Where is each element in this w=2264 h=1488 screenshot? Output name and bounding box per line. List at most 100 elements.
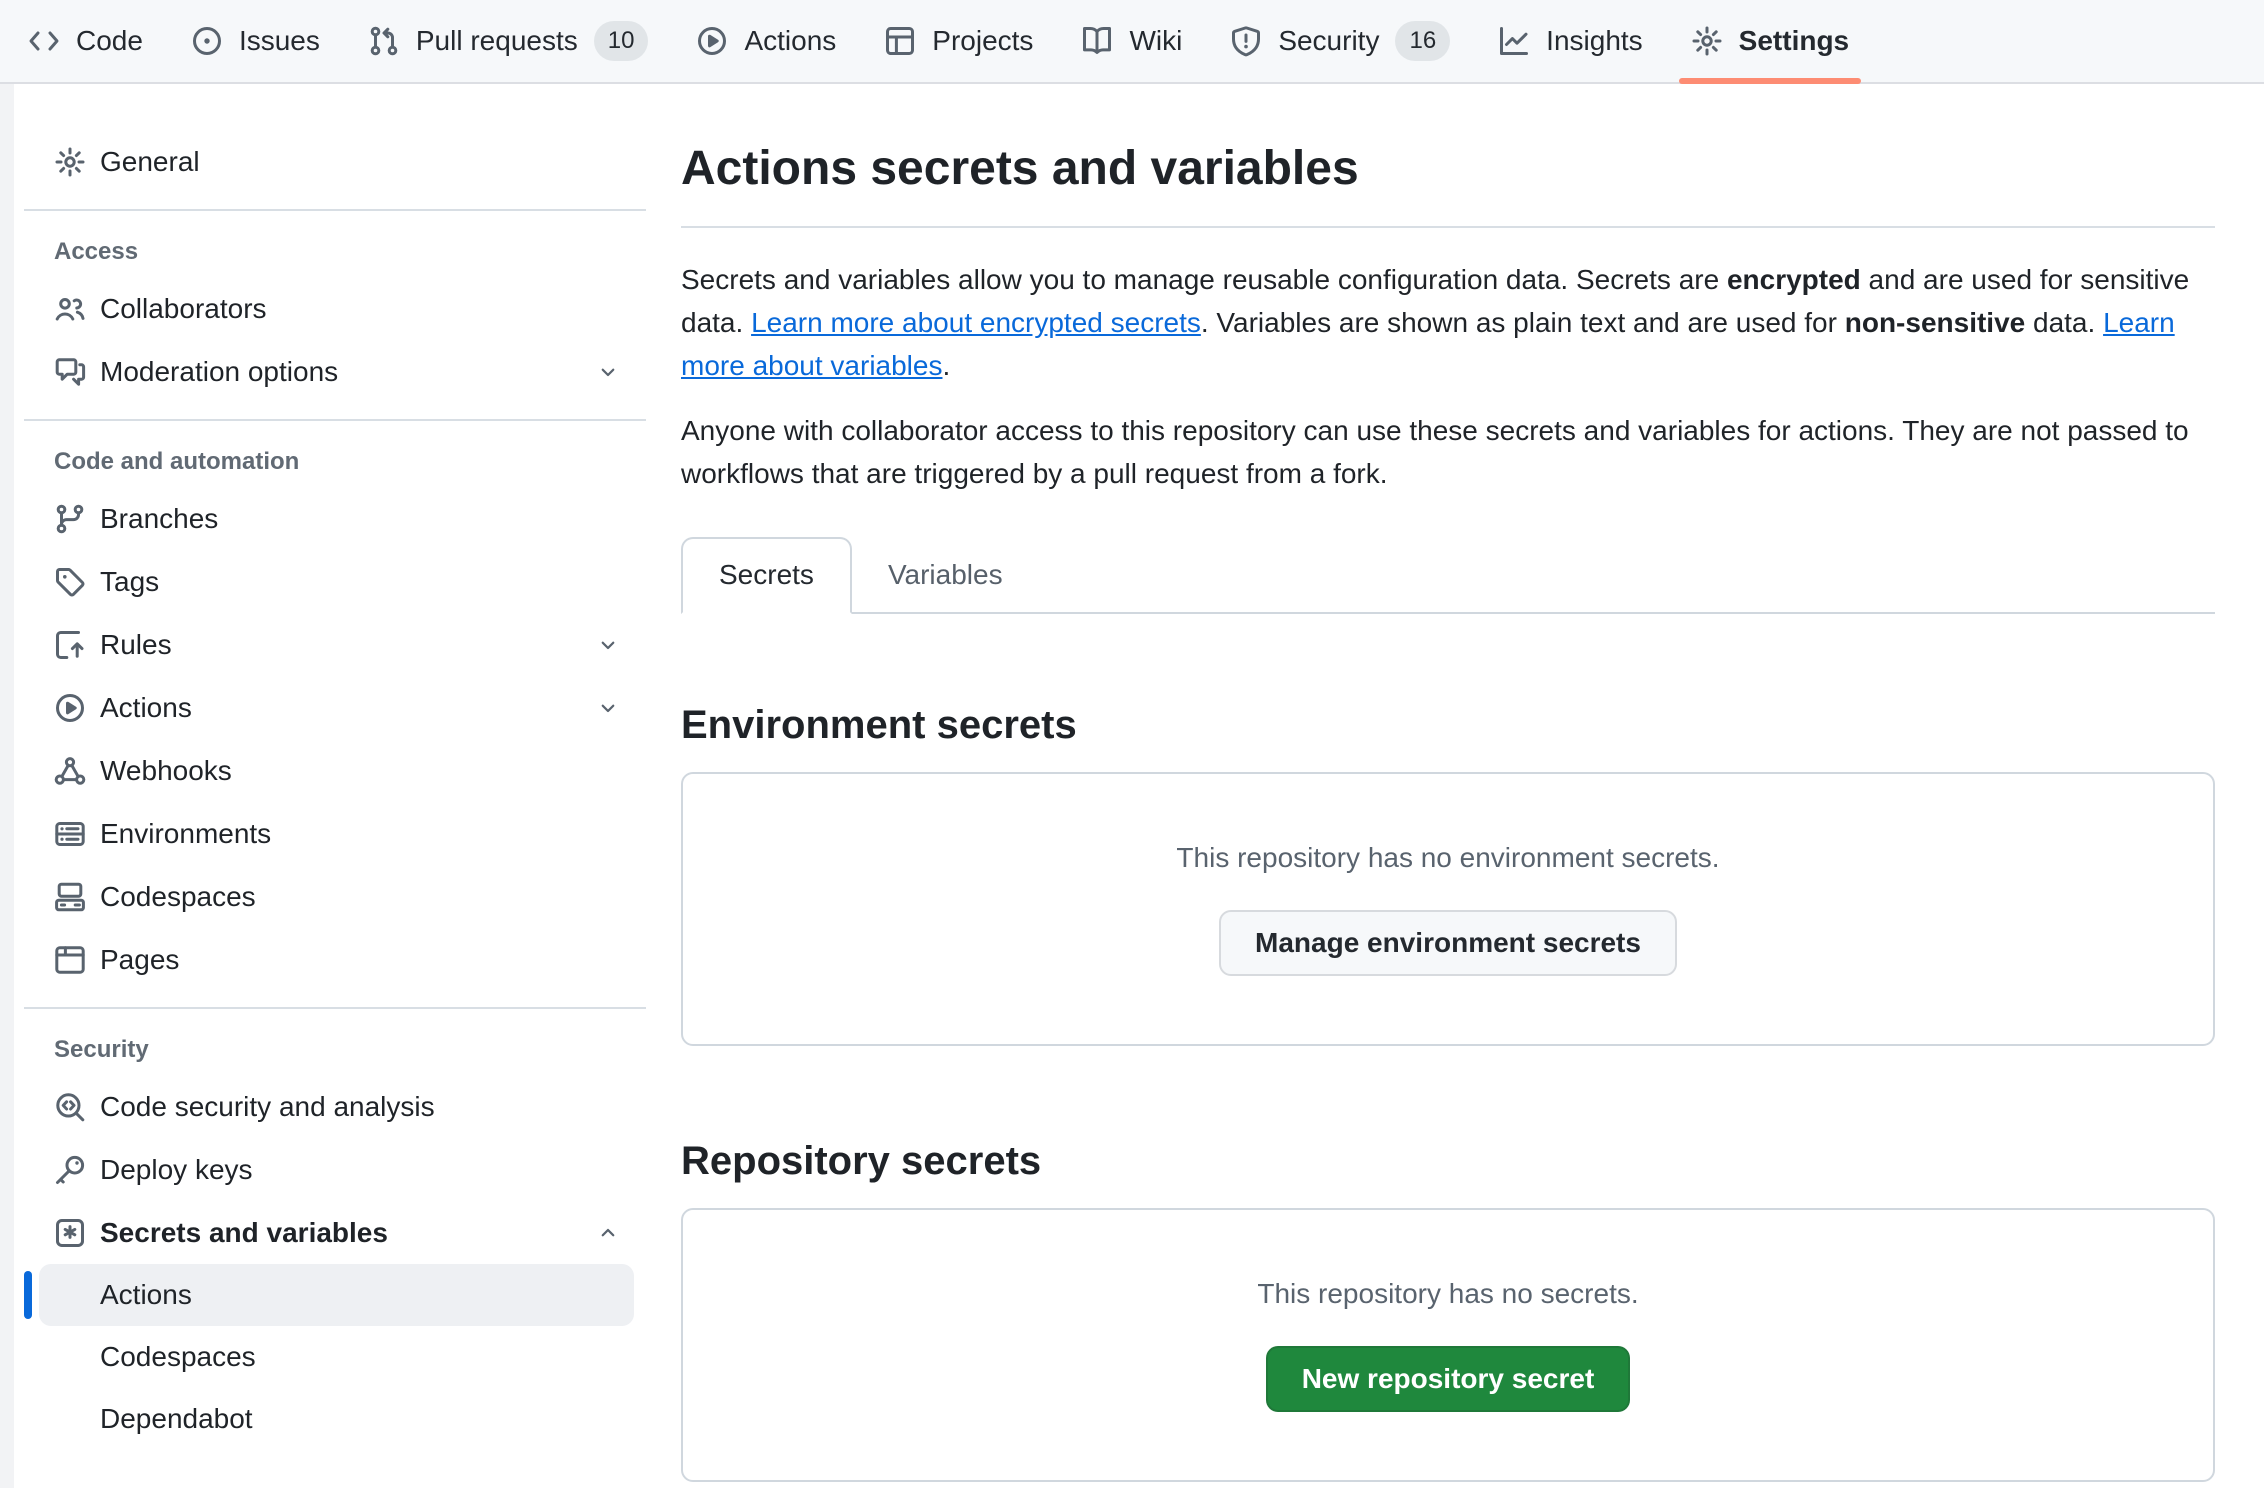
sidebar-section-header: Code and automation bbox=[24, 437, 646, 487]
note-text: Anyone with collaborator access to this … bbox=[681, 409, 2215, 495]
empty-state-text: This repository has no secrets. bbox=[1257, 1278, 1638, 1310]
learn-more-link[interactable]: Learn more about encrypted secrets bbox=[751, 307, 1201, 338]
nav-tab-label: Settings bbox=[1739, 25, 1849, 57]
environment-secrets-empty-box: This repository has no environment secre… bbox=[681, 772, 2215, 1046]
nav-tab-issues[interactable]: Issues bbox=[167, 0, 344, 82]
nav-tab-pull-requests[interactable]: Pull requests 10 bbox=[344, 0, 673, 82]
code-icon bbox=[28, 25, 60, 57]
sidebar-item-label: Deploy keys bbox=[100, 1154, 620, 1186]
sidebar-item-label: Code security and analysis bbox=[100, 1091, 620, 1123]
server-icon bbox=[54, 818, 86, 850]
codespaces-icon bbox=[54, 881, 86, 913]
counter-badge: 16 bbox=[1395, 21, 1450, 61]
git-pull-request-icon bbox=[368, 25, 400, 57]
secrets-sections: Environment secretsThis repository has n… bbox=[681, 700, 2215, 1482]
sidebar-item-general[interactable]: General bbox=[24, 130, 646, 193]
secrets-variables-tabnav: Secrets Variables bbox=[681, 537, 2215, 614]
sidebar-item-label: Environments bbox=[100, 818, 620, 850]
chevron-down-icon bbox=[596, 360, 620, 384]
rule-icon bbox=[54, 629, 86, 661]
sidebar-item-code-security-and-analysis[interactable]: Code security and analysis bbox=[24, 1075, 646, 1138]
sidebar-section-header: Access bbox=[24, 227, 646, 277]
section-heading-repository-secrets: Repository secrets bbox=[681, 1136, 2215, 1186]
comment-discussion-icon bbox=[54, 356, 86, 388]
sidebar-item-webhooks[interactable]: Webhooks bbox=[24, 739, 646, 802]
nav-tab-wiki[interactable]: Wiki bbox=[1057, 0, 1206, 82]
chevron-up-icon bbox=[596, 1221, 620, 1245]
emphasis-text: non-sensitive bbox=[1845, 307, 2025, 338]
sidebar-item-tags[interactable]: Tags bbox=[24, 550, 646, 613]
sidebar-subitem-codespaces[interactable]: Codespaces bbox=[24, 1326, 646, 1388]
sidebar-item-label: Codespaces bbox=[100, 881, 620, 913]
sidebar-item-label: Webhooks bbox=[100, 755, 620, 787]
sidebar-item-branches[interactable]: Branches bbox=[24, 487, 646, 550]
sidebar-item-label: Pages bbox=[100, 944, 620, 976]
sidebar-section-header: Security bbox=[24, 1025, 646, 1075]
page-header: Actions secrets and variables bbox=[681, 140, 2215, 228]
sidebar-item-collaborators[interactable]: Collaborators bbox=[24, 277, 646, 340]
sidebar-item-label: General bbox=[100, 146, 620, 178]
book-icon bbox=[1081, 25, 1113, 57]
nav-tab-label: Pull requests bbox=[416, 25, 578, 57]
play-icon bbox=[696, 25, 728, 57]
nav-tab-code[interactable]: Code bbox=[4, 0, 167, 82]
emphasis-text: encrypted bbox=[1727, 264, 1861, 295]
key-icon bbox=[54, 1154, 86, 1186]
divider bbox=[24, 209, 646, 211]
codescan-icon bbox=[54, 1091, 86, 1123]
repository-secrets-empty-box: This repository has no secrets. New repos… bbox=[681, 1208, 2215, 1482]
sidebar-item-rules[interactable]: Rules bbox=[24, 613, 646, 676]
nav-tab-security[interactable]: Security 16 bbox=[1206, 0, 1474, 82]
sidebar-item-secrets-and-variables[interactable]: Secrets and variables bbox=[24, 1201, 646, 1264]
counter-badge: 10 bbox=[594, 21, 649, 61]
settings-page: General AccessCollaborators Moderation opt… bbox=[0, 84, 2264, 1488]
tab-label: Variables bbox=[888, 559, 1003, 591]
nav-tab-label: Issues bbox=[239, 25, 320, 57]
chevron-down-icon bbox=[596, 696, 620, 720]
sidebar-subitem-label: Codespaces bbox=[100, 1341, 256, 1373]
sidebar-item-label: Secrets and variables bbox=[100, 1217, 582, 1249]
browser-icon bbox=[54, 944, 86, 976]
issue-opened-icon bbox=[191, 25, 223, 57]
nav-tab-label: Insights bbox=[1546, 25, 1643, 57]
sidebar-item-label: Tags bbox=[100, 566, 620, 598]
nav-tab-projects[interactable]: Projects bbox=[860, 0, 1057, 82]
divider bbox=[24, 419, 646, 421]
sidebar-item-codespaces[interactable]: Codespaces bbox=[24, 865, 646, 928]
nav-tab-label: Projects bbox=[932, 25, 1033, 57]
chevron-down-icon bbox=[596, 633, 620, 657]
sidebar-item-deploy-keys[interactable]: Deploy keys bbox=[24, 1138, 646, 1201]
sidebar-item-pages[interactable]: Pages bbox=[24, 928, 646, 991]
tab-variables[interactable]: Variables bbox=[852, 537, 1039, 614]
sidebar-subitem-actions[interactable]: Actions bbox=[24, 1264, 646, 1326]
play-icon bbox=[54, 692, 86, 724]
table-icon bbox=[884, 25, 916, 57]
nav-tab-label: Security bbox=[1278, 25, 1379, 57]
sidebar-subitem-label: Actions bbox=[100, 1279, 192, 1311]
manage-environment-secrets-button[interactable]: Manage environment secrets bbox=[1219, 910, 1677, 976]
settings-sidebar: General AccessCollaborators Moderation opt… bbox=[0, 84, 646, 1488]
sidebar-item-actions[interactable]: Actions bbox=[24, 676, 646, 739]
sidebar-item-environments[interactable]: Environments bbox=[24, 802, 646, 865]
new-repository-secret-button[interactable]: New repository secret bbox=[1266, 1346, 1631, 1412]
main-panel: Actions secrets and variables Secrets an… bbox=[646, 84, 2264, 1488]
nav-tab-label: Wiki bbox=[1129, 25, 1182, 57]
git-branch-icon bbox=[54, 503, 86, 535]
tag-icon bbox=[54, 566, 86, 598]
tab-secrets[interactable]: Secrets bbox=[681, 537, 852, 614]
webhook-icon bbox=[54, 755, 86, 787]
sidebar-item-label: Moderation options bbox=[100, 356, 582, 388]
gear-icon bbox=[54, 146, 86, 178]
nav-tab-actions[interactable]: Actions bbox=[672, 0, 860, 82]
repo-nav: Code Issues Pull requests 10 Actions Projects… bbox=[0, 0, 2264, 84]
nav-tab-settings[interactable]: Settings bbox=[1667, 0, 1873, 82]
divider bbox=[24, 1007, 646, 1009]
empty-state-text: This repository has no environment secre… bbox=[1176, 842, 1719, 874]
graph-icon bbox=[1498, 25, 1530, 57]
sidebar-subitem-dependabot[interactable]: Dependabot bbox=[24, 1388, 646, 1450]
nav-tab-insights[interactable]: Insights bbox=[1474, 0, 1667, 82]
sidebar-item-moderation-options[interactable]: Moderation options bbox=[24, 340, 646, 403]
nav-tab-label: Actions bbox=[744, 25, 836, 57]
sidebar-subitem-label: Dependabot bbox=[100, 1403, 253, 1435]
sidebar-item-label: Rules bbox=[100, 629, 582, 661]
